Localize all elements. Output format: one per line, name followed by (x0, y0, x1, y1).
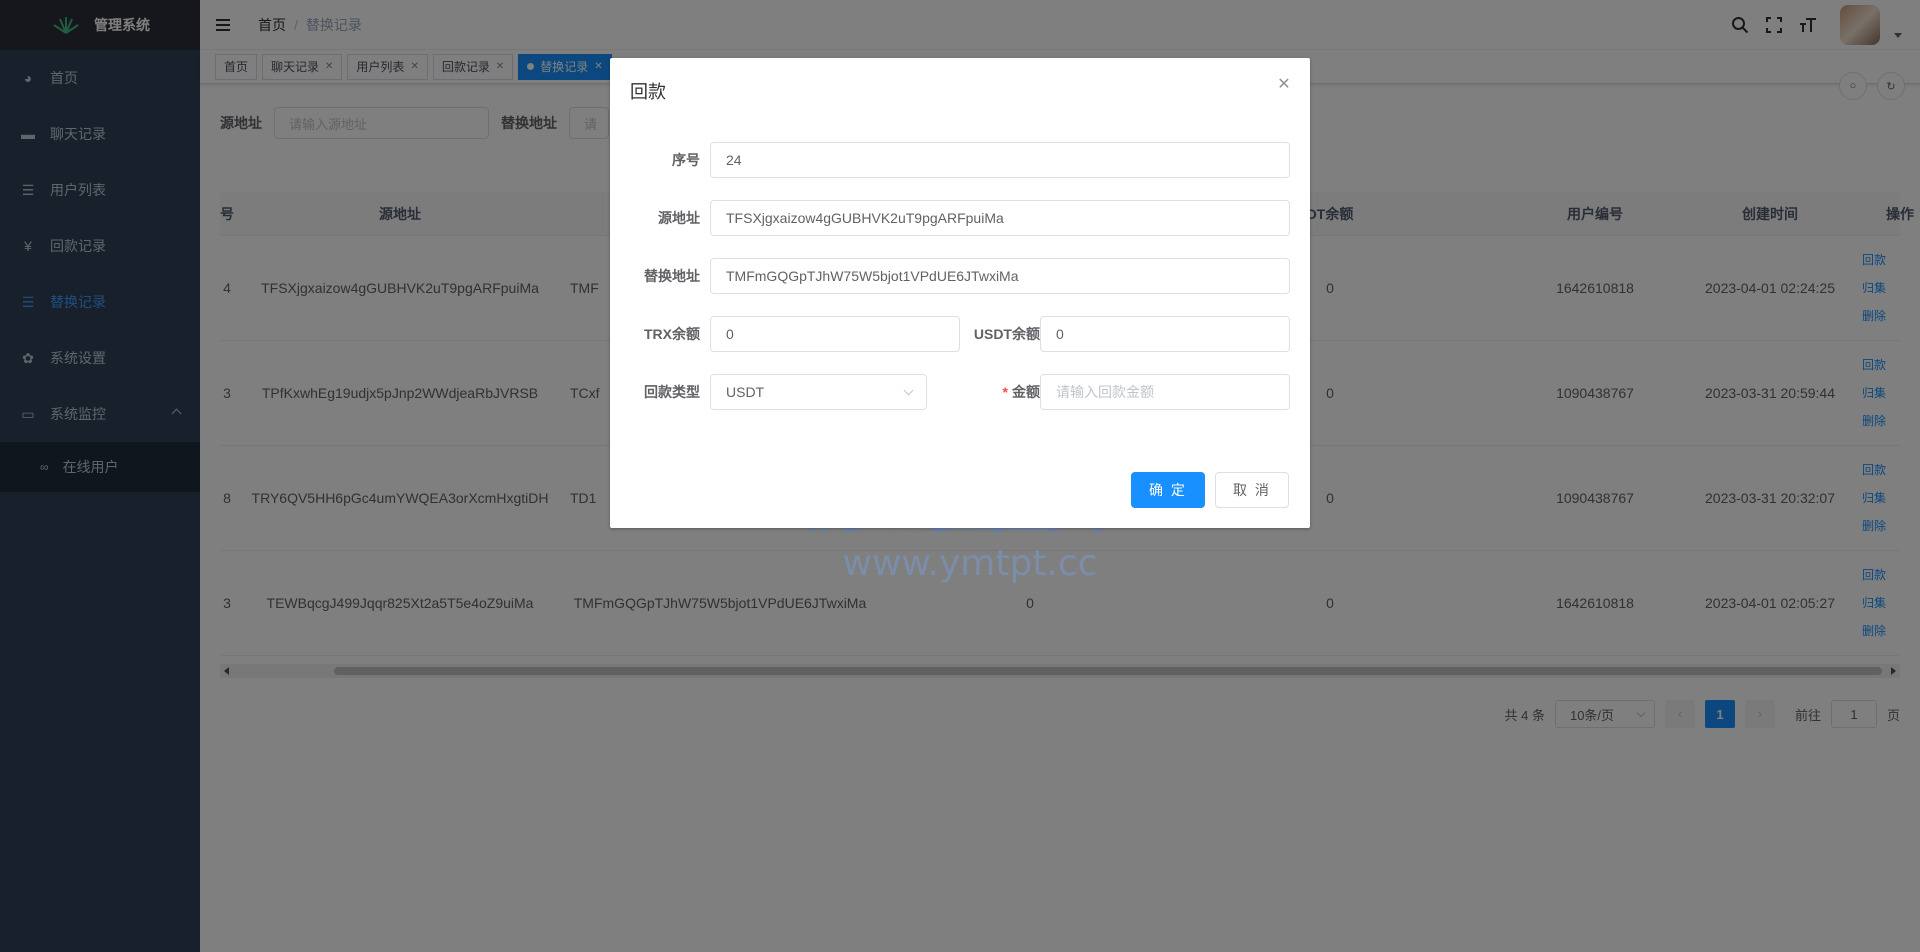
payback-dialog: 回款 ✕ 序号 24 源地址 TFSXjgxaizow4gGUBHVK2uT9p… (610, 58, 1310, 528)
close-icon[interactable]: ✕ (1276, 76, 1292, 93)
cancel-button[interactable]: 取 消 (1215, 472, 1289, 508)
required-mark: * (1002, 384, 1008, 400)
confirm-button[interactable]: 确 定 (1131, 472, 1205, 508)
form-row-seq: 序号 24 (610, 142, 1310, 178)
source-address-label: 源地址 (658, 210, 700, 226)
payback-type-label: 回款类型 (644, 384, 700, 400)
replace-address-label: 替换地址 (644, 268, 700, 284)
usdt-balance-input[interactable]: 0 (1040, 316, 1290, 352)
form-row-type-amount: 回款类型 USDT * 金额 请输入回款金额 (610, 374, 1310, 410)
payback-type-value: USDT (726, 384, 765, 400)
seq-input[interactable]: 24 (710, 142, 1290, 178)
payback-type-select[interactable]: USDT (710, 374, 927, 410)
chevron-down-icon (903, 385, 914, 396)
form-row-replace: 替换地址 TMFmGQGpTJhW75W5bjot1VPdUE6JTwxiMa (610, 258, 1310, 294)
source-address-input[interactable]: TFSXjgxaizow4gGUBHVK2uT9pgARFpuiMa (710, 200, 1290, 236)
dialog-title: 回款 (630, 82, 666, 102)
trx-balance-label: TRX余额 (644, 326, 700, 342)
trx-balance-input[interactable]: 0 (710, 316, 960, 352)
amount-label: * 金额 (950, 374, 1040, 410)
amount-input[interactable]: 请输入回款金额 (1040, 374, 1290, 410)
usdt-balance-label: USDT余额 (973, 326, 1040, 342)
amount-label-text: 金额 (1012, 384, 1040, 400)
form-row-balances: TRX余额 0 USDT余额 0 (610, 316, 1310, 352)
seq-label: 序号 (672, 152, 700, 168)
form-row-source: 源地址 TFSXjgxaizow4gGUBHVK2uT9pgARFpuiMa (610, 200, 1310, 236)
replace-address-input[interactable]: TMFmGQGpTJhW75W5bjot1VPdUE6JTwxiMa (710, 258, 1290, 294)
